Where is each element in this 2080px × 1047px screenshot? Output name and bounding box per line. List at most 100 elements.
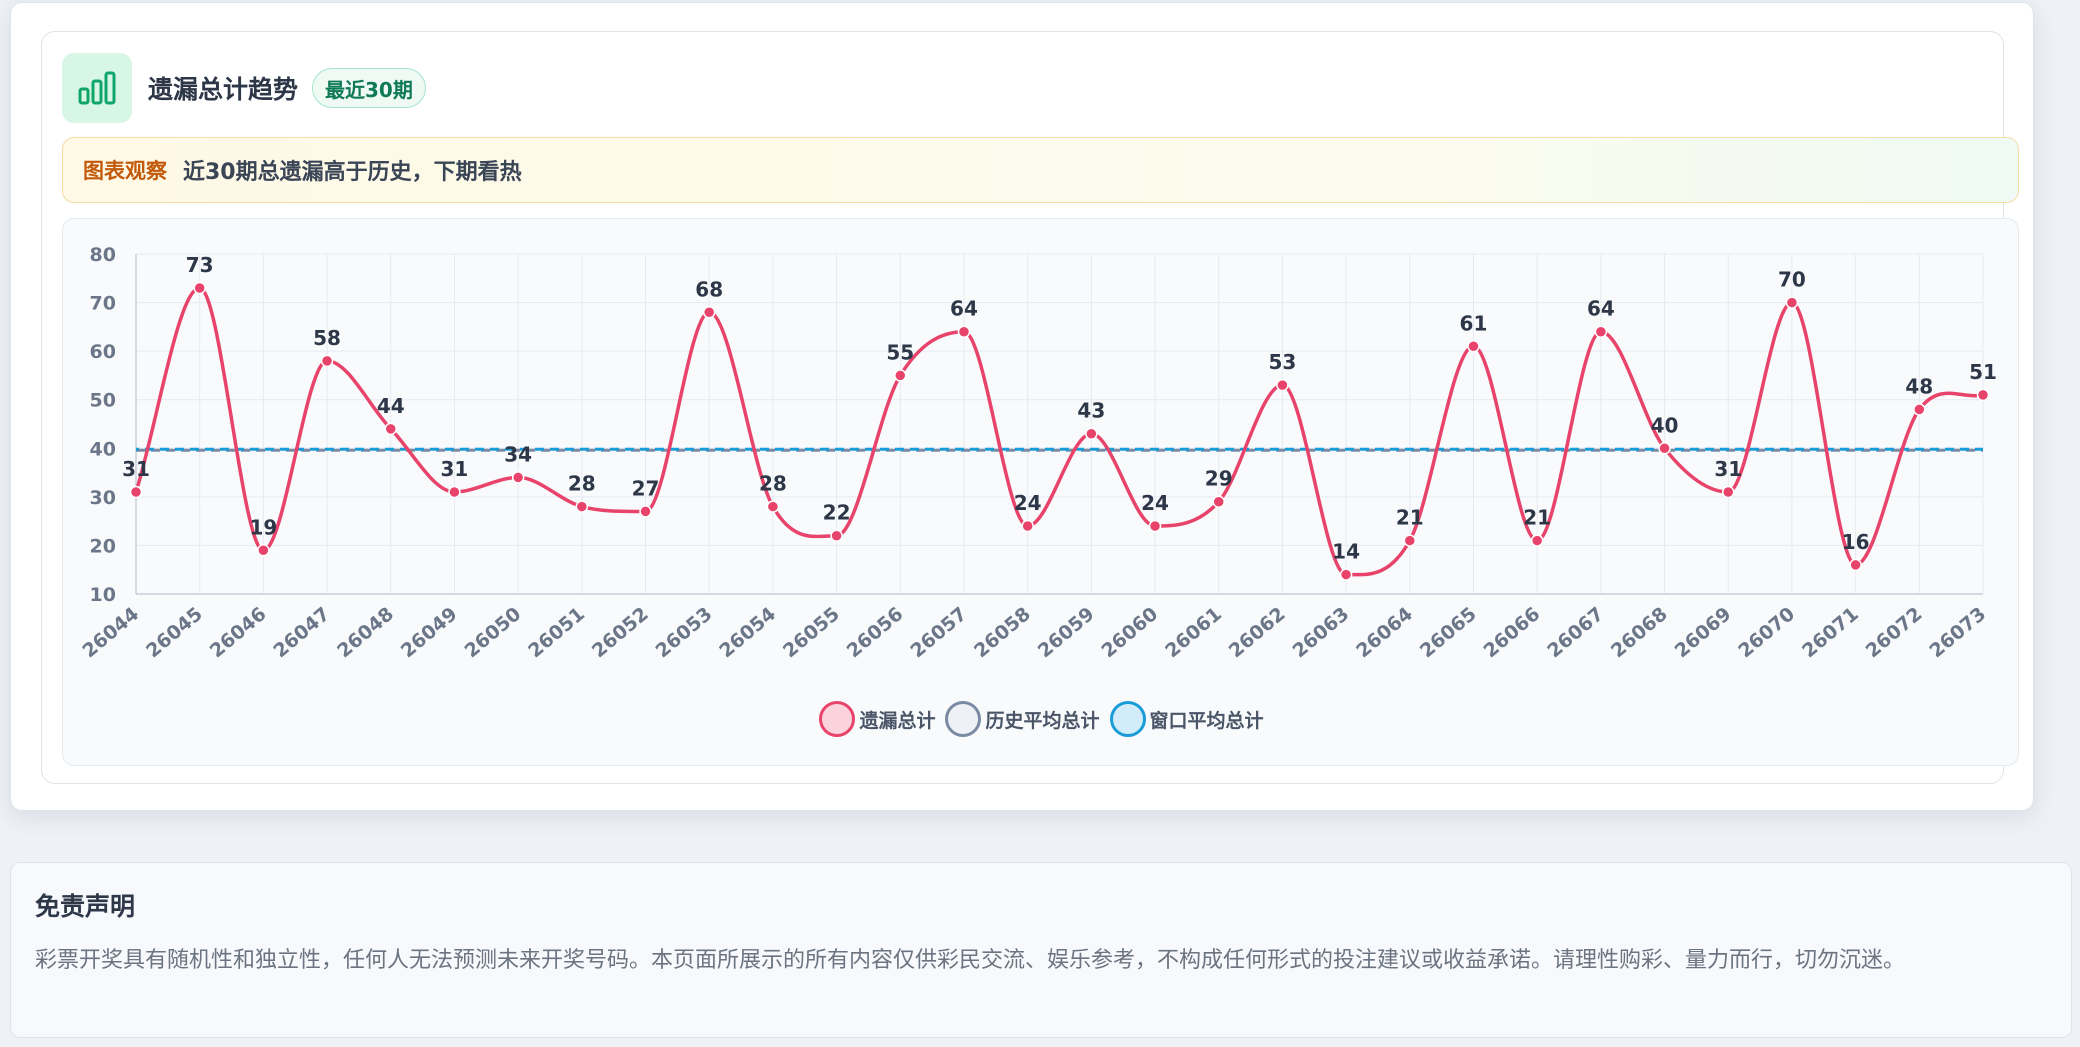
data-label: 70 [1778,268,1806,292]
data-point [1849,558,1862,572]
x-tick-label: 26062 [1225,603,1290,662]
data-point [1467,340,1480,353]
x-tick-label: 26066 [1480,603,1545,662]
data-label: 68 [695,277,723,301]
data-point [511,471,525,484]
data-point [1021,519,1034,533]
data-point [1403,534,1417,547]
bar-chart-icon [62,53,132,123]
x-tick-label: 26045 [142,603,207,662]
data-point [1148,519,1162,533]
data-point [1339,568,1353,581]
y-tick-label: 10 [90,584,116,606]
x-tick-label: 26053 [652,603,717,662]
period-badge: 最近30期 [312,68,426,108]
y-tick-label: 50 [90,390,116,412]
data-point [702,306,716,319]
data-label: 31 [1714,457,1742,481]
y-tick-label: 20 [90,535,116,557]
y-tick-label: 70 [90,293,116,315]
x-tick-label: 26064 [1352,603,1417,662]
insight-label: 图表观察 [83,159,167,183]
data-label: 73 [186,253,214,277]
x-tick-label: 26060 [1097,603,1162,662]
x-tick-label: 26059 [1034,603,1099,662]
data-label: 31 [122,457,150,481]
data-label: 51 [1969,360,1997,384]
data-point [1594,325,1608,338]
data-label: 21 [1523,506,1551,530]
data-label: 29 [1205,467,1233,491]
data-point [766,500,780,513]
data-point [1276,378,1289,392]
data-point [957,325,971,338]
card-header: 遗漏总计趋势 最近30期 [62,53,426,123]
x-tick-label: 26061 [1161,603,1226,662]
data-label: 21 [1396,506,1424,530]
insight-text: 近30期总遗漏高于历史，下期看热 [183,160,522,185]
legend-label-main: 遗漏总计 [859,709,936,732]
data-label: 43 [1077,399,1105,423]
data-label: 24 [1141,491,1169,515]
data-point [575,500,589,513]
data-label: 27 [632,476,660,500]
x-tick-label: 26052 [588,603,653,662]
disclaimer-section: 免责声明 彩票开奖具有随机性和独立性，任何人无法预测未来开奖号码。本页面所展示的… [10,862,2072,1038]
trend-card-inner: 遗漏总计趋势 最近30期 图表观察 近30期总遗漏高于历史，下期看热 10 20 3… [41,31,2019,784]
data-label: 48 [1905,374,1933,398]
y-tick-label: 40 [90,438,116,460]
x-tick-label: 26055 [779,603,844,662]
x-tick-label: 26049 [397,603,462,662]
data-point [1976,388,1990,402]
data-point [894,369,907,382]
legend-item-window[interactable]: 窗口平均总计 [1109,701,1264,737]
data-point [1721,485,1735,499]
disclaimer-text: 彩票开奖具有随机性和独立性，任何人无法预测未来开奖号码。本页面所展示的所有内容仅… [35,948,1906,973]
data-point [830,529,843,542]
x-tick-label: 26044 [78,603,143,662]
y-tick-label: 60 [90,341,116,363]
data-label: 28 [568,472,596,496]
legend-label-history: 历史平均总计 [985,709,1100,732]
legend-item-history[interactable]: 历史平均总计 [945,701,1100,737]
y-tick-label: 80 [90,244,116,266]
x-tick-label: 26065 [1416,603,1481,662]
x-tick-label: 26051 [524,603,589,662]
x-tick-label: 26070 [1734,603,1799,662]
x-tick-label: 26072 [1862,603,1927,662]
legend-label-window: 窗口平均总计 [1149,709,1264,732]
x-tick-label: 26073 [1925,603,1990,662]
chart-legend: 遗漏总计 历史平均总计 窗口平均总计 [63,699,2020,739]
data-label: 53 [1268,350,1296,374]
data-point [1530,534,1544,547]
legend-swatch-main [819,701,856,737]
data-label: 64 [1587,297,1615,321]
x-tick-label: 26057 [906,603,971,662]
data-point [320,354,334,368]
data-label: 58 [313,326,341,350]
x-tick-label: 26047 [269,603,334,662]
legend-swatch-window [1109,701,1146,737]
data-label: 31 [441,457,469,481]
y-tick-label: 30 [90,487,116,509]
data-label: 24 [1014,491,1042,515]
x-tick-label: 26068 [1607,603,1672,662]
data-point [129,485,143,499]
x-tick-label: 26056 [843,603,908,662]
data-label: 16 [1842,530,1870,554]
x-tick-label: 26050 [461,603,526,662]
data-point [639,505,652,518]
data-label: 55 [886,340,914,364]
series-main-line [134,286,1984,577]
data-label: 28 [759,472,787,496]
x-tick-label: 26063 [1289,603,1354,662]
legend-item-main[interactable]: 遗漏总计 [819,701,935,737]
x-tick-label: 26071 [1798,603,1863,662]
chart-panel: 10 20 30 40 50 60 70 80 26044 26045 26046 26047 2604… [62,218,2019,766]
data-label: 61 [1460,311,1488,335]
x-tick-label: 26048 [333,603,398,662]
x-tick-label: 26054 [715,603,780,662]
data-label: 40 [1651,413,1679,437]
data-label: 14 [1332,540,1360,564]
x-tick-label: 26046 [206,603,271,662]
